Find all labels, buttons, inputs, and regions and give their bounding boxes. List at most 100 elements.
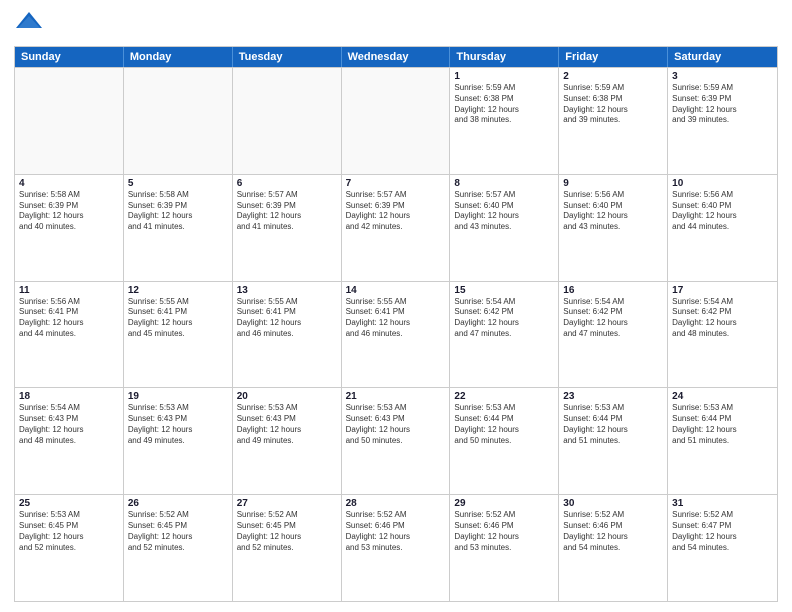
day-info: Sunrise: 5:57 AM Sunset: 6:40 PM Dayligh… xyxy=(454,190,554,233)
day-info: Sunrise: 5:59 AM Sunset: 6:38 PM Dayligh… xyxy=(454,83,554,126)
day-number: 10 xyxy=(672,178,773,189)
weekday-header-tuesday: Tuesday xyxy=(233,47,342,67)
day-info: Sunrise: 5:56 AM Sunset: 6:40 PM Dayligh… xyxy=(563,190,663,233)
calendar-cell: 6Sunrise: 5:57 AM Sunset: 6:39 PM Daylig… xyxy=(233,175,342,281)
day-number: 31 xyxy=(672,498,773,509)
calendar-cell: 28Sunrise: 5:52 AM Sunset: 6:46 PM Dayli… xyxy=(342,495,451,601)
day-number: 13 xyxy=(237,285,337,296)
day-number: 7 xyxy=(346,178,446,189)
day-info: Sunrise: 5:56 AM Sunset: 6:41 PM Dayligh… xyxy=(19,297,119,340)
weekday-header-thursday: Thursday xyxy=(450,47,559,67)
calendar-cell: 22Sunrise: 5:53 AM Sunset: 6:44 PM Dayli… xyxy=(450,388,559,494)
day-number: 20 xyxy=(237,391,337,402)
calendar-cell: 23Sunrise: 5:53 AM Sunset: 6:44 PM Dayli… xyxy=(559,388,668,494)
calendar-row-5: 25Sunrise: 5:53 AM Sunset: 6:45 PM Dayli… xyxy=(15,494,777,601)
calendar-cell: 30Sunrise: 5:52 AM Sunset: 6:46 PM Dayli… xyxy=(559,495,668,601)
calendar-cell: 20Sunrise: 5:53 AM Sunset: 6:43 PM Dayli… xyxy=(233,388,342,494)
day-number: 16 xyxy=(563,285,663,296)
day-info: Sunrise: 5:59 AM Sunset: 6:38 PM Dayligh… xyxy=(563,83,663,126)
day-info: Sunrise: 5:56 AM Sunset: 6:40 PM Dayligh… xyxy=(672,190,773,233)
weekday-header-sunday: Sunday xyxy=(15,47,124,67)
calendar-cell: 26Sunrise: 5:52 AM Sunset: 6:45 PM Dayli… xyxy=(124,495,233,601)
calendar-cell: 17Sunrise: 5:54 AM Sunset: 6:42 PM Dayli… xyxy=(668,282,777,388)
calendar-cell: 16Sunrise: 5:54 AM Sunset: 6:42 PM Dayli… xyxy=(559,282,668,388)
day-info: Sunrise: 5:53 AM Sunset: 6:44 PM Dayligh… xyxy=(563,403,663,446)
day-number: 1 xyxy=(454,71,554,82)
day-number: 12 xyxy=(128,285,228,296)
calendar-body: 1Sunrise: 5:59 AM Sunset: 6:38 PM Daylig… xyxy=(15,67,777,601)
day-info: Sunrise: 5:53 AM Sunset: 6:44 PM Dayligh… xyxy=(672,403,773,446)
day-number: 17 xyxy=(672,285,773,296)
day-number: 27 xyxy=(237,498,337,509)
calendar-cell: 7Sunrise: 5:57 AM Sunset: 6:39 PM Daylig… xyxy=(342,175,451,281)
day-number: 28 xyxy=(346,498,446,509)
calendar-cell: 14Sunrise: 5:55 AM Sunset: 6:41 PM Dayli… xyxy=(342,282,451,388)
calendar-cell: 24Sunrise: 5:53 AM Sunset: 6:44 PM Dayli… xyxy=(668,388,777,494)
logo-icon xyxy=(14,10,44,40)
calendar-cell: 21Sunrise: 5:53 AM Sunset: 6:43 PM Dayli… xyxy=(342,388,451,494)
day-info: Sunrise: 5:52 AM Sunset: 6:47 PM Dayligh… xyxy=(672,510,773,553)
day-info: Sunrise: 5:55 AM Sunset: 6:41 PM Dayligh… xyxy=(346,297,446,340)
calendar-row-2: 4 Sunrise: 5:58 AM Sunset: 6:39 PM Daylig… xyxy=(15,174,777,281)
calendar-cell: 3Sunrise: 5:59 AM Sunset: 6:39 PM Daylig… xyxy=(668,68,777,174)
weekday-header-saturday: Saturday xyxy=(668,47,777,67)
calendar-cell xyxy=(233,68,342,174)
calendar-cell: 5Sunrise: 5:58 AM Sunset: 6:39 PM Daylig… xyxy=(124,175,233,281)
day-info: Sunrise: 5:55 AM Sunset: 6:41 PM Dayligh… xyxy=(237,297,337,340)
calendar-header: SundayMondayTuesdayWednesdayThursdayFrid… xyxy=(15,47,777,67)
day-number: 11 xyxy=(19,285,119,296)
day-info: Sunrise: 5:54 AM Sunset: 6:42 PM Dayligh… xyxy=(672,297,773,340)
calendar-cell: 2Sunrise: 5:59 AM Sunset: 6:38 PM Daylig… xyxy=(559,68,668,174)
day-info: Sunrise: 5:59 AM Sunset: 6:39 PM Dayligh… xyxy=(672,83,773,126)
calendar-cell: 19Sunrise: 5:53 AM Sunset: 6:43 PM Dayli… xyxy=(124,388,233,494)
calendar-cell: 25Sunrise: 5:53 AM Sunset: 6:45 PM Dayli… xyxy=(15,495,124,601)
day-number: 24 xyxy=(672,391,773,402)
calendar-cell: 11Sunrise: 5:56 AM Sunset: 6:41 PM Dayli… xyxy=(15,282,124,388)
calendar-cell: 12Sunrise: 5:55 AM Sunset: 6:41 PM Dayli… xyxy=(124,282,233,388)
day-info: Sunrise: 5:54 AM Sunset: 6:42 PM Dayligh… xyxy=(454,297,554,340)
calendar-cell: 29Sunrise: 5:52 AM Sunset: 6:46 PM Dayli… xyxy=(450,495,559,601)
calendar-cell: 27Sunrise: 5:52 AM Sunset: 6:45 PM Dayli… xyxy=(233,495,342,601)
calendar: SundayMondayTuesdayWednesdayThursdayFrid… xyxy=(14,46,778,602)
day-info: Sunrise: 5:52 AM Sunset: 6:45 PM Dayligh… xyxy=(128,510,228,553)
day-number: 14 xyxy=(346,285,446,296)
day-number: 26 xyxy=(128,498,228,509)
day-number: 2 xyxy=(563,71,663,82)
day-info: Sunrise: 5:53 AM Sunset: 6:43 PM Dayligh… xyxy=(346,403,446,446)
calendar-cell: 31Sunrise: 5:52 AM Sunset: 6:47 PM Dayli… xyxy=(668,495,777,601)
weekday-header-monday: Monday xyxy=(124,47,233,67)
day-info: Sunrise: 5:52 AM Sunset: 6:46 PM Dayligh… xyxy=(454,510,554,553)
day-info: Sunrise: 5:53 AM Sunset: 6:43 PM Dayligh… xyxy=(128,403,228,446)
day-number: 18 xyxy=(19,391,119,402)
day-info: Sunrise: 5:57 AM Sunset: 6:39 PM Dayligh… xyxy=(237,190,337,233)
day-number: 29 xyxy=(454,498,554,509)
day-info: Sunrise: 5:53 AM Sunset: 6:43 PM Dayligh… xyxy=(237,403,337,446)
logo xyxy=(14,10,48,40)
day-number: 25 xyxy=(19,498,119,509)
calendar-cell: 10Sunrise: 5:56 AM Sunset: 6:40 PM Dayli… xyxy=(668,175,777,281)
day-info: Sunrise: 5:52 AM Sunset: 6:45 PM Dayligh… xyxy=(237,510,337,553)
day-number: 23 xyxy=(563,391,663,402)
calendar-row-1: 1Sunrise: 5:59 AM Sunset: 6:38 PM Daylig… xyxy=(15,67,777,174)
calendar-cell xyxy=(342,68,451,174)
day-number: 15 xyxy=(454,285,554,296)
day-number: 4 xyxy=(19,178,119,189)
calendar-row-3: 11Sunrise: 5:56 AM Sunset: 6:41 PM Dayli… xyxy=(15,281,777,388)
calendar-cell xyxy=(15,68,124,174)
day-info: Sunrise: 5:54 AM Sunset: 6:42 PM Dayligh… xyxy=(563,297,663,340)
calendar-cell: 13Sunrise: 5:55 AM Sunset: 6:41 PM Dayli… xyxy=(233,282,342,388)
header xyxy=(14,10,778,40)
day-info: Sunrise: 5:58 AM Sunset: 6:39 PM Dayligh… xyxy=(128,190,228,233)
day-info: Sunrise: 5:53 AM Sunset: 6:45 PM Dayligh… xyxy=(19,510,119,553)
day-info: Sunrise: 5:52 AM Sunset: 6:46 PM Dayligh… xyxy=(563,510,663,553)
day-number: 19 xyxy=(128,391,228,402)
calendar-cell: 18Sunrise: 5:54 AM Sunset: 6:43 PM Dayli… xyxy=(15,388,124,494)
day-number: 8 xyxy=(454,178,554,189)
day-number: 30 xyxy=(563,498,663,509)
calendar-cell xyxy=(124,68,233,174)
day-info: Sunrise: 5:55 AM Sunset: 6:41 PM Dayligh… xyxy=(128,297,228,340)
day-info: Sunrise: 5:53 AM Sunset: 6:44 PM Dayligh… xyxy=(454,403,554,446)
day-number: 22 xyxy=(454,391,554,402)
calendar-cell: 9Sunrise: 5:56 AM Sunset: 6:40 PM Daylig… xyxy=(559,175,668,281)
day-info: Sunrise: 5:52 AM Sunset: 6:46 PM Dayligh… xyxy=(346,510,446,553)
